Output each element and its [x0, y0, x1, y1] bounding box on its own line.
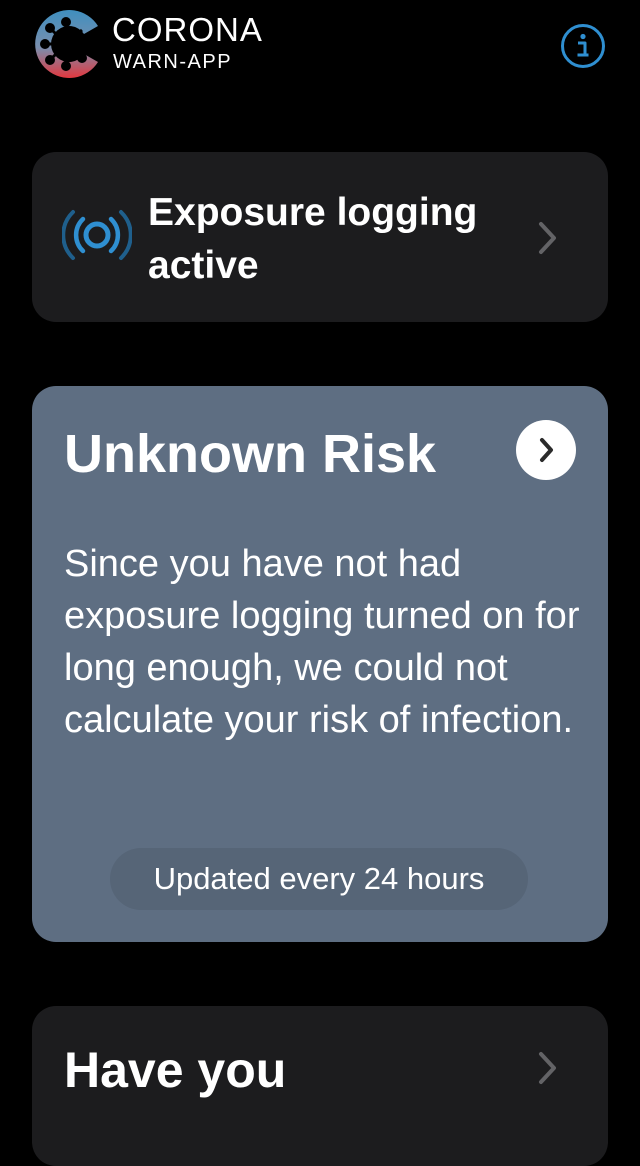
chevron-right-icon	[540, 438, 553, 462]
risk-description: Since you have not had exposure logging …	[64, 543, 580, 741]
exposure-logging-card[interactable]: Exposure logging active	[32, 152, 608, 322]
corona-warn-app-logo	[35, 10, 98, 79]
risk-status-card[interactable]: Unknown Risk Since you have not had expo…	[32, 386, 608, 942]
broadcast-waves-icon	[62, 210, 132, 260]
have-you-title: Have you	[64, 1042, 287, 1098]
risk-title: Unknown Risk	[64, 424, 437, 484]
brand-subtitle: WARN-APP	[113, 51, 233, 73]
update-frequency-badge: Updated every 24 hours	[110, 848, 528, 910]
app-header: CORONA WARN-APP	[0, 0, 640, 100]
chevron-right-icon	[539, 1052, 556, 1084]
have-you-card[interactable]: Have you	[32, 1006, 608, 1166]
chevron-right-icon	[539, 222, 556, 254]
info-circle-icon[interactable]	[560, 23, 606, 69]
risk-details-button[interactable]	[516, 420, 576, 480]
exposure-logging-label: Exposure logging active	[148, 191, 478, 287]
brand-name: CORONA	[112, 11, 263, 48]
